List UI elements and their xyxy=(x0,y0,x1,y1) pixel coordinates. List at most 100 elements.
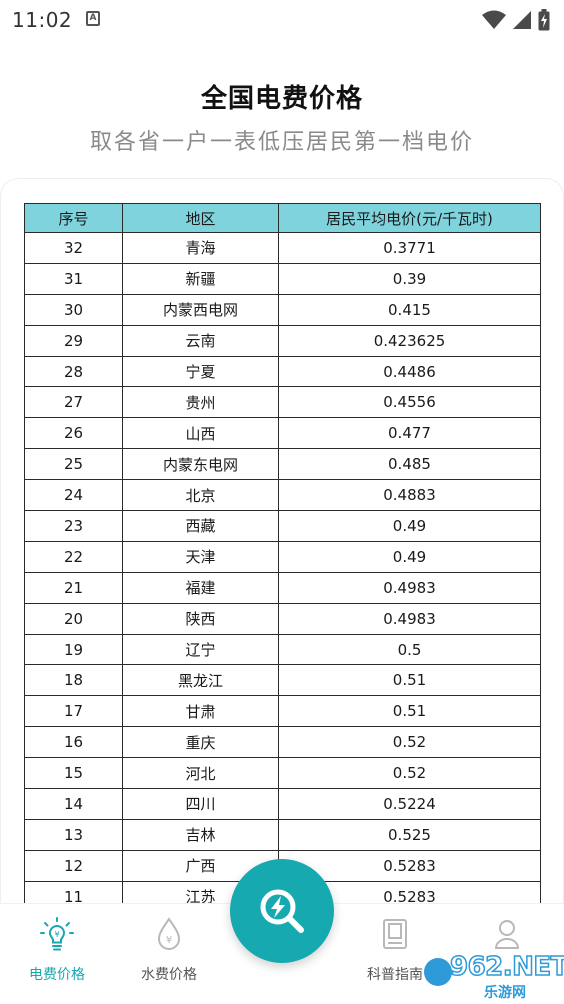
cell-price: 0.4486 xyxy=(278,355,541,388)
tab-water-price[interactable]: ¥ 水费价格 xyxy=(114,916,224,984)
cell-region: 宁夏 xyxy=(122,355,279,388)
table-row: 21 福建 0.4983 xyxy=(24,571,541,604)
cell-no: 26 xyxy=(24,417,123,450)
cell-price: 0.5224 xyxy=(278,788,541,820)
cell-no: 23 xyxy=(24,510,123,542)
svg-text:¥: ¥ xyxy=(54,930,59,939)
electricity-price-table: 序号 地区 居民平均电价(元/千瓦时) 32 青海 0.3771 31 新疆 0.39 … xyxy=(24,203,541,913)
table-row: 14 四川 0.5224 xyxy=(24,788,541,820)
cell-no: 27 xyxy=(24,386,123,419)
cell-region: 陕西 xyxy=(122,602,279,635)
table-header-row: 序号 地区 居民平均电价(元/千瓦时) xyxy=(24,203,541,233)
cell-no: 20 xyxy=(24,602,123,635)
table-row: 17 甘肃 0.51 xyxy=(24,695,541,728)
cell-region: 青海 xyxy=(122,232,279,264)
cell-price: 0.49 xyxy=(278,540,541,573)
cell-price: 0.415 xyxy=(278,293,541,326)
cell-price: 0.3771 xyxy=(278,232,541,264)
cell-no: 18 xyxy=(24,664,123,697)
cell-region: 福建 xyxy=(122,571,279,604)
cell-price: 0.485 xyxy=(278,448,541,481)
person-icon xyxy=(494,920,520,949)
tab-electricity-price[interactable]: ¥ 电费价格 xyxy=(2,916,112,984)
column-header-no: 序号 xyxy=(24,203,123,233)
water-drop-icon: ¥ xyxy=(157,917,181,950)
cell-region: 黑龙江 xyxy=(122,664,279,697)
cell-region: 云南 xyxy=(122,324,279,357)
cell-no: 25 xyxy=(24,448,123,481)
page-subtitle: 取各省一户一表低压居民第一档电价 xyxy=(89,130,474,155)
cell-price: 0.4883 xyxy=(278,479,541,512)
status-bar: 11:02 A xyxy=(0,0,564,40)
search-lightning-icon xyxy=(260,889,304,933)
cell-no: 24 xyxy=(24,479,123,512)
site-watermark: 962.NET 乐游网 xyxy=(424,950,564,1004)
cell-region: 甘肃 xyxy=(122,695,279,728)
table-row: 15 河北 0.52 xyxy=(24,757,541,790)
status-icons xyxy=(482,9,550,31)
cell-region: 辽宁 xyxy=(122,633,279,666)
cell-no: 29 xyxy=(24,324,123,357)
watermark-text: 962.NET xyxy=(449,951,564,983)
table-row: 28 宁夏 0.4486 xyxy=(24,355,541,388)
watermark-logo xyxy=(424,958,452,986)
cell-no: 31 xyxy=(24,262,123,295)
cell-no: 13 xyxy=(24,818,123,851)
table-row: 32 青海 0.3771 xyxy=(24,232,541,264)
cell-region: 重庆 xyxy=(122,726,279,759)
cell-price: 0.5 xyxy=(278,633,541,666)
cell-price: 0.39 xyxy=(278,262,541,295)
cell-region: 四川 xyxy=(122,788,279,820)
watermark-subtext: 乐游网 xyxy=(484,985,526,1001)
table-row: 30 内蒙西电网 0.415 xyxy=(24,293,541,326)
table-row: 25 内蒙东电网 0.485 xyxy=(24,448,541,481)
table-row: 31 新疆 0.39 xyxy=(24,262,541,295)
cell-region: 西藏 xyxy=(122,510,279,542)
cell-price: 0.4556 xyxy=(278,386,541,419)
cell-no: 32 xyxy=(24,232,123,264)
column-header-region: 地区 xyxy=(122,203,279,233)
table-row: 16 重庆 0.52 xyxy=(24,726,541,759)
table-row: 26 山西 0.477 xyxy=(24,417,541,450)
table-row: 22 天津 0.49 xyxy=(24,540,541,573)
table-row: 13 吉林 0.525 xyxy=(24,818,541,851)
signal-icon xyxy=(513,11,531,29)
center-search-button[interactable] xyxy=(230,859,334,963)
cell-region: 内蒙西电网 xyxy=(122,293,279,326)
cell-region: 河北 xyxy=(122,757,279,790)
cell-price: 0.52 xyxy=(278,757,541,790)
cell-no: 19 xyxy=(24,633,123,666)
cell-no: 21 xyxy=(24,571,123,604)
cell-price: 0.51 xyxy=(278,664,541,697)
wifi-icon xyxy=(482,10,506,29)
cell-region: 贵州 xyxy=(122,386,279,419)
cell-region: 吉林 xyxy=(122,818,279,851)
cell-no: 17 xyxy=(24,695,123,728)
cell-price: 0.49 xyxy=(278,510,541,542)
status-time: 11:02 xyxy=(12,8,73,32)
cell-price: 0.52 xyxy=(278,726,541,759)
cell-price: 0.525 xyxy=(278,818,541,851)
column-header-price: 居民平均电价(元/千瓦时) xyxy=(278,203,541,233)
svg-text:¥: ¥ xyxy=(166,935,172,946)
table-row: 20 陕西 0.4983 xyxy=(24,602,541,635)
cell-no: 30 xyxy=(24,293,123,326)
cell-no: 12 xyxy=(24,849,123,882)
cell-no: 14 xyxy=(24,788,123,820)
tab-label: 水费价格 xyxy=(141,967,197,983)
cell-region: 内蒙东电网 xyxy=(122,448,279,481)
table-row: 18 黑龙江 0.51 xyxy=(24,664,541,697)
cell-region: 山西 xyxy=(122,417,279,450)
table-row: 19 辽宁 0.5 xyxy=(24,633,541,666)
battery-icon xyxy=(538,9,550,31)
book-icon xyxy=(383,919,407,949)
cell-price: 0.477 xyxy=(278,417,541,450)
table-row: 27 贵州 0.4556 xyxy=(24,386,541,419)
lightbulb-icon: ¥ xyxy=(40,917,74,951)
table-row: 29 云南 0.423625 xyxy=(24,324,541,357)
cell-price: 0.423625 xyxy=(278,324,541,357)
table-row: 23 西藏 0.49 xyxy=(24,510,541,542)
cell-region: 天津 xyxy=(122,540,279,573)
page-title: 全国电费价格 xyxy=(200,84,363,114)
cell-price: 0.4983 xyxy=(278,602,541,635)
